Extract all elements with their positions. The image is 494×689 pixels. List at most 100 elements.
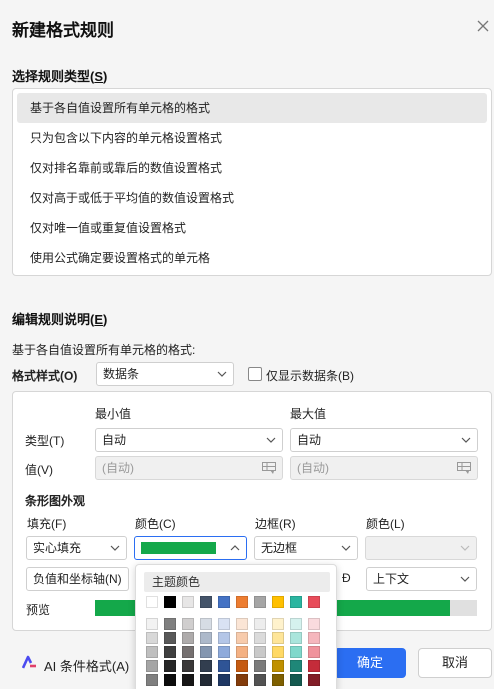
direction-select[interactable]: 上下文: [366, 567, 477, 591]
chevron-down-icon: [217, 371, 227, 377]
show-bar-only-label: 仅显示数据条(B): [266, 369, 354, 383]
shade-color-swatch[interactable]: [218, 646, 230, 658]
shade-color-swatch[interactable]: [290, 674, 302, 686]
chevron-down-icon: [460, 545, 470, 551]
rule-type-item[interactable]: 基于各自值设置所有单元格的格式: [17, 93, 487, 123]
show-bar-only-checkbox[interactable]: [248, 367, 262, 381]
shade-color-swatch[interactable]: [254, 618, 266, 630]
shade-color-swatch[interactable]: [236, 660, 248, 672]
border-label: 边框(R): [255, 517, 296, 531]
shade-color-swatch[interactable]: [236, 632, 248, 644]
shade-color-swatch[interactable]: [290, 618, 302, 630]
shade-color-swatch[interactable]: [308, 674, 320, 686]
shade-color-swatch[interactable]: [218, 660, 230, 672]
theme-color-swatch[interactable]: [236, 596, 248, 608]
min-value-input[interactable]: (自动): [95, 456, 283, 480]
shade-color-swatch[interactable]: [272, 674, 284, 686]
min-type-select[interactable]: 自动: [95, 428, 283, 452]
max-type-select[interactable]: 自动: [290, 428, 478, 452]
shade-color-swatch[interactable]: [272, 660, 284, 672]
shade-color-swatch[interactable]: [290, 660, 302, 672]
theme-color-swatch[interactable]: [200, 596, 212, 608]
shade-color-swatch[interactable]: [164, 632, 176, 644]
border-type-select[interactable]: 无边框: [254, 536, 358, 560]
shade-color-swatch[interactable]: [272, 632, 284, 644]
theme-color-swatch[interactable]: [272, 596, 284, 608]
shade-color-swatch[interactable]: [218, 632, 230, 644]
ai-logo-icon: [22, 655, 36, 669]
shade-color-swatch[interactable]: [290, 646, 302, 658]
rule-type-item[interactable]: 仅对高于或低于平均值的数值设置格式: [17, 183, 487, 213]
fill-type-select[interactable]: 实心填充: [26, 536, 127, 560]
negative-axis-button[interactable]: 负值和坐标轴(N): [26, 567, 129, 591]
theme-color-swatch[interactable]: [254, 596, 266, 608]
shade-color-swatch[interactable]: [200, 660, 212, 672]
shade-color-swatch[interactable]: [146, 618, 158, 630]
shade-color-swatch[interactable]: [200, 646, 212, 658]
rule-type-list: 基于各自值设置所有单元格的格式 只为包含以下内容的单元格设置格式 仅对排名靠前或…: [12, 88, 492, 276]
shade-color-swatch[interactable]: [146, 674, 158, 686]
cancel-button[interactable]: 取消: [418, 648, 492, 678]
ok-button[interactable]: 确定: [334, 648, 406, 678]
shade-color-swatch[interactable]: [290, 632, 302, 644]
shade-color-swatch[interactable]: [182, 646, 194, 658]
theme-color-swatch[interactable]: [182, 596, 194, 608]
shade-color-swatch[interactable]: [236, 618, 248, 630]
rule-type-item[interactable]: 仅对排名靠前或靠后的数值设置格式: [17, 153, 487, 183]
fill-color-select[interactable]: [134, 536, 247, 560]
shade-color-swatch[interactable]: [146, 646, 158, 658]
chevron-down-icon: [110, 545, 120, 551]
shade-color-swatch[interactable]: [164, 660, 176, 672]
theme-color-swatch[interactable]: [146, 596, 158, 608]
shade-color-swatch[interactable]: [254, 646, 266, 658]
theme-color-swatch[interactable]: [218, 596, 230, 608]
close-icon[interactable]: [476, 19, 490, 33]
chevron-down-icon: [461, 437, 471, 443]
shade-color-swatch[interactable]: [146, 660, 158, 672]
shade-color-swatch[interactable]: [272, 646, 284, 658]
range-select-icon[interactable]: [457, 462, 471, 475]
bar-appearance-heading: 条形图外观: [25, 494, 86, 508]
shade-color-swatch[interactable]: [254, 674, 266, 686]
color-picker-popup: 主题颜色: [135, 564, 337, 689]
theme-color-swatch[interactable]: [290, 596, 302, 608]
shade-color-swatch[interactable]: [272, 618, 284, 630]
shade-color-swatch[interactable]: [200, 618, 212, 630]
shade-color-swatch[interactable]: [146, 632, 158, 644]
rule-type-item[interactable]: 使用公式确定要设置格式的单元格: [17, 243, 487, 273]
shade-color-swatch[interactable]: [164, 674, 176, 686]
shade-color-swatch[interactable]: [236, 646, 248, 658]
shade-color-swatch[interactable]: [182, 618, 194, 630]
shade-color-swatch[interactable]: [182, 632, 194, 644]
shade-color-swatch[interactable]: [308, 660, 320, 672]
dialog-title: 新建格式规则: [12, 21, 114, 40]
shade-color-swatch[interactable]: [218, 674, 230, 686]
shade-color-swatch[interactable]: [308, 618, 320, 630]
shade-color-swatch[interactable]: [182, 660, 194, 672]
shade-color-swatch[interactable]: [182, 674, 194, 686]
shade-color-swatch[interactable]: [254, 632, 266, 644]
theme-colors-heading: 主题颜色: [144, 572, 330, 592]
range-select-icon[interactable]: [262, 462, 276, 475]
shade-color-swatch[interactable]: [164, 646, 176, 658]
shade-color-swatch[interactable]: [254, 660, 266, 672]
fill-color-swatch: [141, 542, 216, 554]
shade-color-swatch[interactable]: [236, 674, 248, 686]
theme-color-swatch[interactable]: [308, 596, 320, 608]
max-value-input[interactable]: (自动): [290, 456, 478, 480]
shade-color-swatch[interactable]: [218, 618, 230, 630]
format-style-select[interactable]: 数据条: [96, 362, 234, 386]
ai-conditional-format-button[interactable]: AI 条件格式(A): [44, 656, 129, 675]
shade-color-swatch[interactable]: [308, 646, 320, 658]
shade-color-swatch[interactable]: [200, 674, 212, 686]
rule-type-item[interactable]: 仅对唯一值或重复值设置格式: [17, 213, 487, 243]
shade-color-swatch[interactable]: [164, 618, 176, 630]
shade-color-swatch[interactable]: [308, 632, 320, 644]
border-color-select[interactable]: [365, 536, 477, 560]
shade-color-swatch[interactable]: [200, 632, 212, 644]
rule-type-item[interactable]: 只为包含以下内容的单元格设置格式: [17, 123, 487, 153]
fill-label: 填充(F): [27, 517, 67, 531]
border-color-label: 颜色(L): [366, 517, 405, 531]
theme-color-swatch[interactable]: [164, 596, 176, 608]
chevron-down-icon: [266, 437, 276, 443]
